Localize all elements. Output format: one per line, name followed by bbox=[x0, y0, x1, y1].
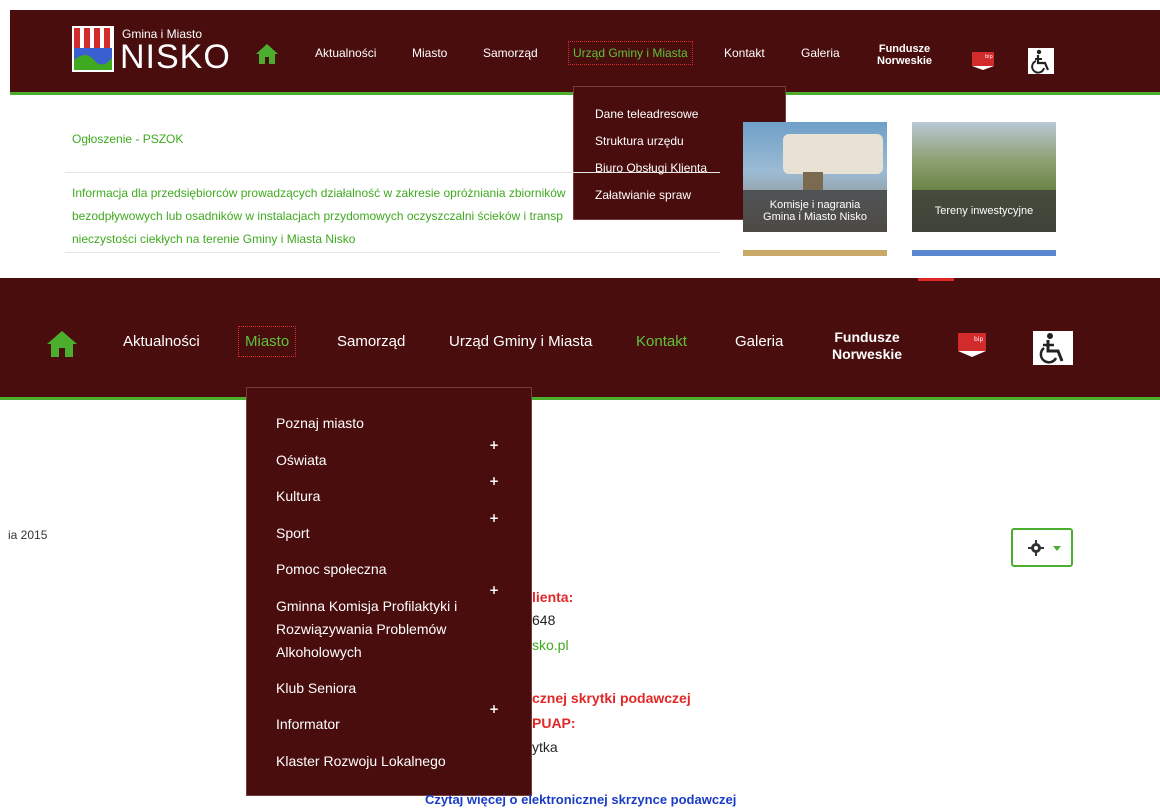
nav-fundusze[interactable]: Fundusze Norweskie bbox=[877, 43, 932, 67]
info-link-line1: Informacja dla przedsiębiorców prowadząc… bbox=[72, 186, 566, 200]
nav-miasto[interactable]: Miasto bbox=[237, 326, 297, 357]
bip-label: bip bbox=[985, 54, 993, 60]
tile-komisje-caption: Komisje i nagrania Gmina i Miasto Nisko bbox=[743, 190, 887, 232]
date-text: ia 2015 bbox=[8, 528, 48, 542]
nav-fundusze-line2: Norweskie bbox=[877, 55, 933, 67]
menu-item-gminna-komisja-line2: Rozwiązywania Problemów bbox=[276, 621, 447, 637]
camera-image bbox=[783, 134, 883, 190]
tile-komisje-line2: Gmina i Miasto Nisko bbox=[763, 211, 867, 223]
nav-fundusze[interactable]: Fundusze Norweskie bbox=[832, 329, 902, 363]
menu-item-kultura[interactable]: Kultura bbox=[276, 485, 320, 508]
accessibility-icon[interactable] bbox=[1033, 331, 1073, 365]
info-link[interactable]: Informacja dla przedsiębiorców prowadząc… bbox=[72, 182, 572, 251]
nav-miasto[interactable]: Miasto bbox=[412, 46, 447, 60]
menu-item-pomoc-spoleczna[interactable]: Pomoc społeczna bbox=[276, 558, 387, 581]
skrytka-heading: cznej skrytki podawczej bbox=[532, 690, 691, 706]
announcement-link[interactable]: Ogłoszenie - PSZOK bbox=[72, 128, 183, 151]
read-more-link[interactable]: Czytaj więcej o elektronicznej skrzynce … bbox=[425, 792, 736, 807]
tile-komisje[interactable]: Komisje i nagrania Gmina i Miasto Nisko bbox=[743, 122, 887, 232]
accessibility-icon[interactable] bbox=[1028, 48, 1054, 74]
bip-icon[interactable]: bip bbox=[958, 333, 986, 357]
menu-item-dane-teleadresowe[interactable]: Dane teleadresowe bbox=[595, 107, 698, 121]
tile-strip bbox=[912, 250, 1056, 256]
menu-item-klaster[interactable]: Klaster Rozwoju Lokalnego bbox=[276, 750, 446, 773]
bip-icon[interactable]: bip bbox=[972, 52, 994, 70]
caret-down-icon bbox=[1053, 546, 1061, 551]
top-header: Gmina i Miasto NISKO Aktualności Miasto … bbox=[10, 10, 1160, 95]
menu-item-informator[interactable]: Informator bbox=[276, 713, 340, 736]
menu-item-oswiata[interactable]: Oświata bbox=[276, 449, 327, 472]
divider bbox=[65, 252, 720, 253]
nav-fundusze-line1: Fundusze bbox=[834, 329, 900, 345]
menu-item-zalatwianie-spraw[interactable]: Załatwianie spraw bbox=[595, 188, 691, 202]
skrytka-text: ytka bbox=[532, 739, 558, 755]
tile-strip bbox=[743, 250, 887, 256]
coat-of-arms-icon bbox=[72, 26, 114, 72]
tile-komisje-line1: Komisje i nagrania bbox=[769, 199, 861, 211]
divider bbox=[65, 172, 720, 173]
nav-aktualnosci[interactable]: Aktualności bbox=[315, 46, 376, 60]
tile-tereny-caption: Tereny inwestycyjne bbox=[912, 190, 1056, 232]
expand-plus-icon[interactable]: + bbox=[489, 583, 499, 597]
email-link[interactable]: sko.pl bbox=[532, 637, 569, 653]
nav-kontakt[interactable]: Kontakt bbox=[724, 46, 765, 60]
nav-galeria[interactable]: Galeria bbox=[735, 333, 783, 350]
miasto-dropdown-menu: Poznaj miasto + Oświata + Kultura + Spor… bbox=[246, 387, 532, 796]
info-link-line2: bezodpływowych lub osadników w instalacj… bbox=[72, 209, 563, 223]
nav-samorzad[interactable]: Samorząd bbox=[337, 333, 405, 350]
nav-aktualnosci[interactable]: Aktualności bbox=[123, 333, 200, 350]
nav-urzad[interactable]: Urząd Gminy i Miasta bbox=[568, 41, 693, 65]
puap-heading: PUAP: bbox=[532, 715, 576, 731]
tile-tereny[interactable]: Tereny inwestycyjne bbox=[912, 122, 1056, 232]
menu-item-gminna-komisja-line1: Gminna Komisja Profilaktyki i bbox=[276, 598, 458, 614]
active-tab-marker bbox=[918, 278, 954, 281]
expand-plus-icon[interactable]: + bbox=[489, 474, 499, 488]
client-heading: lienta: bbox=[532, 589, 574, 605]
expand-plus-icon[interactable]: + bbox=[489, 511, 499, 525]
bip-label: bip bbox=[974, 336, 983, 343]
nav-urzad[interactable]: Urząd Gminy i Miasta bbox=[449, 333, 592, 350]
nav-fundusze-line2: Norweskie bbox=[832, 346, 903, 362]
nav-samorzad[interactable]: Samorząd bbox=[483, 46, 538, 60]
menu-item-gminna-komisja-line3: Alkoholowych bbox=[276, 644, 362, 660]
phone-text: 648 bbox=[532, 612, 556, 628]
info-link-line3: nieczystości ciekłych na terenie Gminy i… bbox=[72, 232, 356, 246]
menu-item-sport[interactable]: Sport bbox=[276, 522, 309, 545]
nav-galeria[interactable]: Galeria bbox=[801, 46, 840, 60]
home-icon[interactable] bbox=[255, 43, 279, 65]
menu-item-klub-seniora[interactable]: Klub Seniora bbox=[276, 677, 356, 700]
site-logo[interactable]: Gmina i Miasto NISKO bbox=[70, 22, 230, 78]
gear-icon bbox=[1028, 540, 1044, 556]
menu-item-poznaj-miasto[interactable]: Poznaj miasto bbox=[276, 412, 364, 435]
menu-item-struktura-urzedu[interactable]: Struktura urzędu bbox=[595, 134, 684, 148]
nav-kontakt[interactable]: Kontakt bbox=[636, 333, 687, 350]
main-header: Aktualności Miasto Samorząd Urząd Gminy … bbox=[0, 278, 1160, 400]
expand-plus-icon[interactable]: + bbox=[489, 438, 499, 452]
home-icon[interactable] bbox=[46, 330, 78, 358]
expand-plus-icon[interactable]: + bbox=[489, 702, 499, 716]
settings-dropdown-button[interactable] bbox=[1011, 528, 1073, 567]
menu-item-gminna-komisja[interactable]: Gminna Komisja Profilaktyki i Rozwiązywa… bbox=[276, 595, 457, 664]
logo-title: NISKO bbox=[120, 38, 231, 76]
nav-fundusze-line1: Fundusze bbox=[878, 43, 931, 55]
